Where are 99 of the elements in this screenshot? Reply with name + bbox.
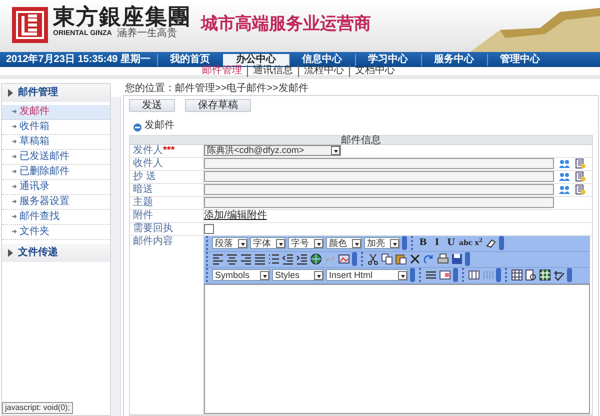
nav-tab[interactable]: 办公中心 (222, 54, 289, 66)
spellcheck-icon[interactable] (553, 269, 565, 281)
align-right-icon[interactable] (240, 253, 252, 265)
section-title: 发邮件 (144, 120, 174, 132)
contacts-icon[interactable] (559, 172, 570, 182)
bullet-arrow-icon (12, 154, 17, 159)
company-name: 東方銀座集團 (53, 5, 191, 29)
toolbar-handle[interactable] (465, 252, 470, 266)
globe-icon[interactable] (310, 253, 322, 265)
toolbar-handle[interactable] (453, 268, 458, 282)
date-time: 2012年7月23日 15:35:49 星期一 (5, 54, 152, 66)
input-field[interactable] (204, 184, 554, 195)
outdent-icon[interactable] (282, 253, 294, 265)
subnav-link[interactable]: 通讯信息 (247, 65, 298, 77)
breadcrumb-text: 您的位置：邮件管理>>电子邮件>>发邮件 (124, 83, 310, 95)
grid-icon[interactable] (511, 269, 523, 281)
toolbar-handle[interactable] (410, 268, 415, 282)
toolbar-handle[interactable] (498, 236, 504, 250)
sidebar-section[interactable]: 文件传递 (2, 244, 110, 262)
toolbar-select[interactable]: 字号 (288, 237, 324, 249)
bullet-arrow-icon (12, 109, 17, 114)
sidebar-item[interactable]: 通讯录 (2, 180, 110, 194)
printer-icon[interactable] (437, 253, 449, 265)
company-motto: 涵养一生高贵 (116, 29, 177, 39)
address-book-icon[interactable] (575, 171, 586, 182)
address-book-icon[interactable] (575, 184, 586, 195)
sidebar-item[interactable]: 发邮件 (2, 104, 110, 120)
scissors-icon[interactable] (367, 253, 379, 265)
contacts-icon[interactable] (559, 158, 570, 168)
format-button[interactable]: U (445, 237, 457, 249)
form-header: 邮件信息 (130, 136, 592, 144)
delete-icon[interactable] (409, 253, 421, 265)
nav-tab[interactable]: 学习中心 (354, 54, 421, 66)
sidebar-item[interactable]: 服务器设置 (2, 194, 110, 210)
toolbar-handle[interactable] (496, 268, 501, 282)
toolbar-select[interactable]: 颜色 (326, 237, 362, 249)
horizontal-rule-icon[interactable] (425, 269, 437, 281)
save-icon[interactable] (451, 253, 463, 265)
nav-tab[interactable]: 服务中心 (420, 54, 487, 66)
sender-select[interactable]: 陈典洪<cdh@dfyz.com> (204, 145, 341, 156)
address-book-icon[interactable] (575, 158, 586, 169)
sidebar-item[interactable]: 草稿箱 (2, 134, 110, 150)
toolbar-select[interactable]: 加亮 (364, 237, 400, 249)
toolbar-handle[interactable] (352, 252, 357, 266)
nav-tab[interactable]: 信息中心 (288, 54, 355, 66)
bullet-list-icon[interactable] (268, 253, 280, 265)
attachment-link[interactable]: 添加/编辑附件 (204, 210, 267, 222)
required-mark: *** (163, 144, 175, 156)
input-field[interactable] (204, 171, 554, 182)
justify-icon[interactable] (254, 253, 266, 265)
bullet-arrow-icon (12, 124, 17, 129)
toolbar-select[interactable]: 段落 (212, 237, 248, 249)
field-label: 附件 (130, 210, 204, 222)
toolbar-select[interactable]: Styles (272, 269, 324, 281)
paste-icon[interactable] (395, 253, 407, 265)
toolbar-button[interactable]: 发送 (129, 98, 175, 112)
subnav-link[interactable]: 邮件管理 (197, 65, 247, 77)
form-field-icon[interactable] (439, 269, 451, 281)
format-button[interactable]: I (431, 237, 443, 249)
toolbar-select[interactable]: Symbols (212, 269, 270, 281)
status-tooltip: javascript: void(0); (2, 402, 73, 414)
sidebar-section[interactable]: 邮件管理 (2, 84, 110, 102)
subnav-link[interactable]: 流程中心 (298, 65, 349, 77)
toolbar-select[interactable]: 字体 (250, 237, 286, 249)
toolbar-button[interactable]: 保存草稿 (185, 98, 251, 112)
contacts-icon[interactable] (559, 184, 570, 194)
bullet-arrow-icon (12, 139, 17, 144)
align-left-icon[interactable] (212, 253, 224, 265)
sidebar-item[interactable]: 已发送邮件 (2, 150, 110, 164)
circle-icon (133, 123, 142, 132)
sidebar-item[interactable]: 已删除邮件 (2, 164, 110, 180)
toolbar-select[interactable]: Insert Html (326, 269, 408, 281)
format-button[interactable]: B (417, 237, 429, 249)
preview-icon[interactable] (525, 269, 537, 281)
image-icon[interactable] (338, 253, 350, 265)
checkbox[interactable] (204, 224, 214, 234)
eraser-icon[interactable] (484, 237, 497, 249)
sidebar-item[interactable]: 文件夹 (2, 224, 110, 240)
table-grid-icon[interactable] (539, 269, 551, 281)
copy-icon[interactable] (381, 253, 393, 265)
toolbar-handle[interactable] (402, 236, 407, 250)
bullet-arrow-icon (12, 229, 17, 234)
bullet-arrow-icon (12, 214, 17, 219)
bullet-arrow-icon (12, 184, 17, 189)
bullet-arrow-icon (12, 199, 17, 204)
nav-tab[interactable]: 管理中心 (486, 54, 553, 66)
align-center-icon[interactable] (226, 253, 238, 265)
field-label: 发件人 (133, 144, 163, 156)
input-field[interactable] (204, 197, 554, 208)
company-slogan: 城市高端服务业运营商 (201, 14, 371, 36)
logo-icon (12, 7, 48, 43)
subnav-link[interactable]: 文档中心 (349, 65, 400, 77)
input-field[interactable] (204, 158, 554, 169)
sidebar-item[interactable]: 收件箱 (2, 120, 110, 134)
sidebar-item[interactable]: 邮件查找 (2, 210, 110, 224)
indent-icon[interactable] (296, 253, 308, 265)
toolbar-handle[interactable] (567, 268, 572, 282)
bullet-arrow-icon (12, 169, 17, 174)
table-column-icon[interactable] (468, 269, 480, 281)
